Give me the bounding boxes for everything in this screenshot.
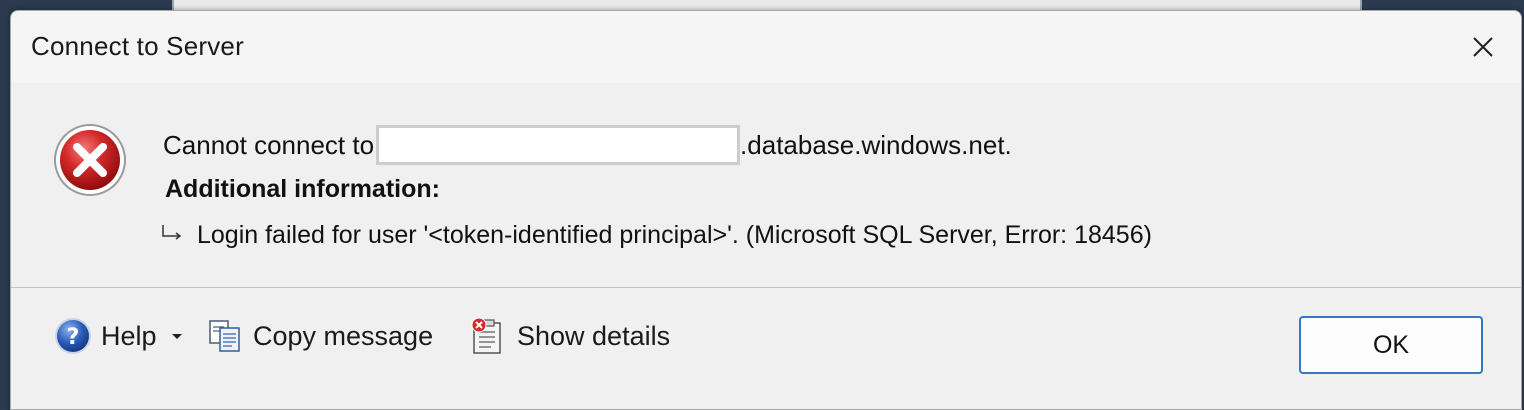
title-bar: Connect to Server bbox=[11, 11, 1521, 83]
copy-message-label: Copy message bbox=[253, 320, 434, 351]
error-icon bbox=[54, 124, 126, 196]
ok-button[interactable]: OK bbox=[1299, 316, 1483, 374]
error-detail-text: Login failed for user '<token-identified… bbox=[197, 220, 1152, 249]
dialog-footer: ? Help Copy message Show details OK bbox=[11, 288, 1521, 409]
connection-error-line: Cannot connect to .database.windows.net. bbox=[163, 123, 1012, 167]
chevron-down-icon[interactable] bbox=[169, 328, 185, 344]
close-icon bbox=[1473, 37, 1493, 57]
message-area: Cannot connect to .database.windows.net.… bbox=[11, 83, 1521, 287]
copy-message-button[interactable]: Copy message bbox=[207, 314, 433, 358]
error-suffix: .database.windows.net. bbox=[740, 129, 1012, 160]
help-label: Help bbox=[101, 320, 157, 351]
connect-error-dialog: Connect to Server Cannot connect to .dat… bbox=[10, 10, 1522, 410]
additional-info-heading: Additional information: bbox=[165, 175, 440, 203]
copy-icon bbox=[209, 320, 240, 352]
error-prefix: Cannot connect to bbox=[163, 129, 375, 160]
show-details-button[interactable]: Show details bbox=[469, 314, 670, 358]
server-name-redacted bbox=[376, 125, 741, 165]
indent-arrow-icon bbox=[162, 225, 182, 240]
show-details-label: Show details bbox=[517, 320, 671, 351]
help-icon: ? bbox=[55, 318, 91, 354]
dialog-title: Connect to Server bbox=[31, 31, 244, 61]
svg-text:?: ? bbox=[67, 325, 80, 350]
details-icon bbox=[471, 317, 501, 354]
close-button[interactable] bbox=[1461, 25, 1505, 69]
help-button[interactable]: ? Help bbox=[53, 314, 185, 358]
error-detail-row: Login failed for user '<token-identified… bbox=[159, 215, 1152, 255]
